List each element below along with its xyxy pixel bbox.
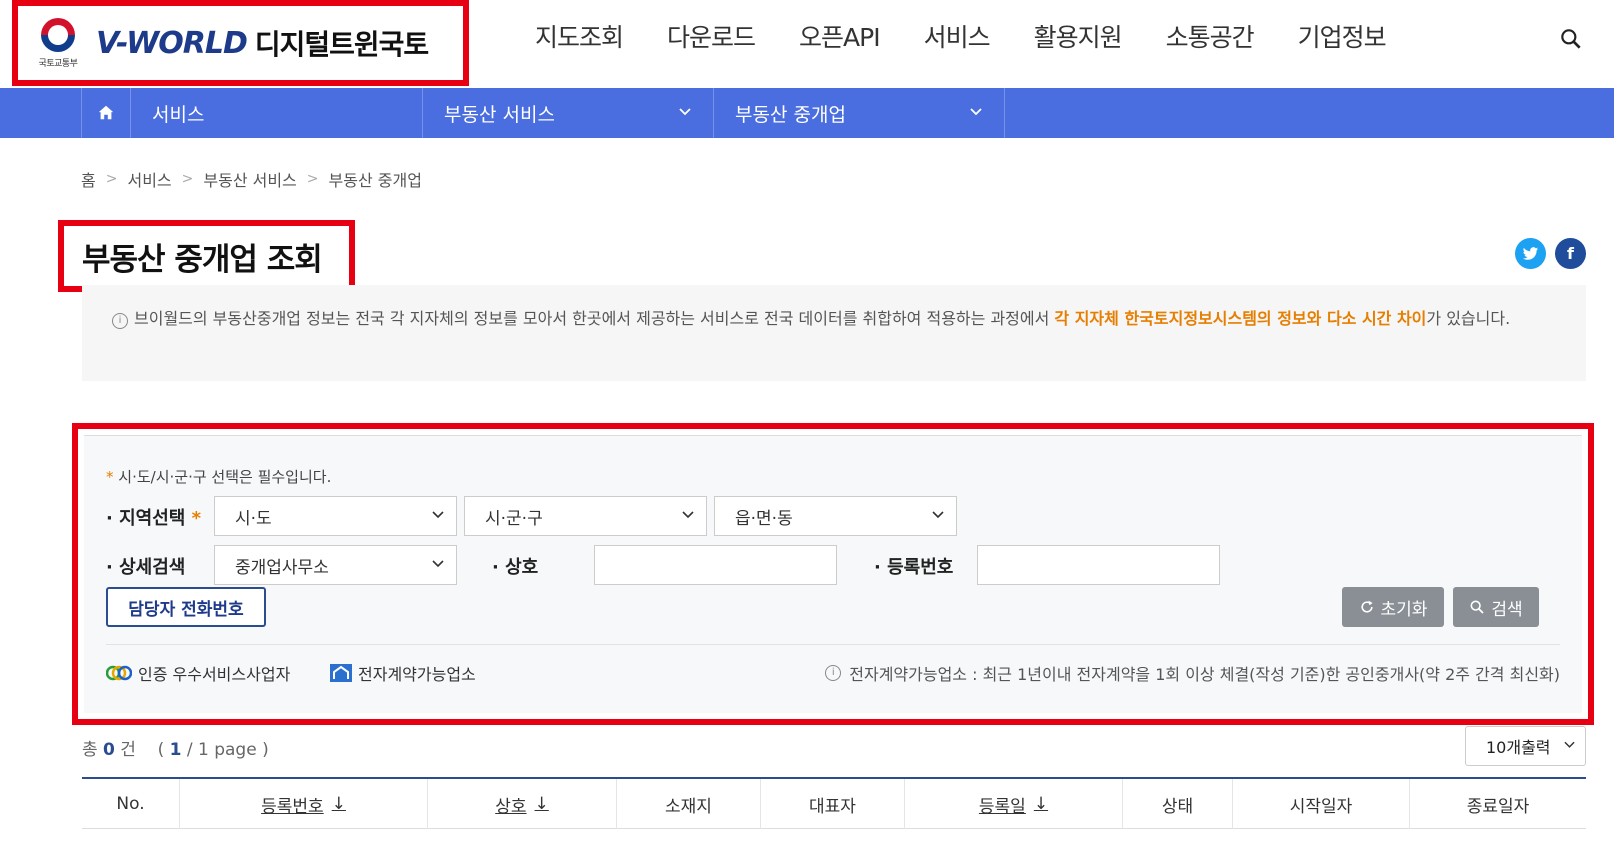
- column-registration-number[interactable]: 등록번호 ↓: [180, 779, 428, 829]
- column-registration-date[interactable]: 등록일 ↓: [905, 779, 1123, 829]
- column-no: No.: [82, 779, 180, 829]
- home-icon: [98, 105, 114, 120]
- subnav-service[interactable]: 서비스: [131, 88, 423, 138]
- divider: [106, 644, 1560, 645]
- certified-badge-icon: [106, 665, 132, 681]
- site-logo[interactable]: 국토교통부 V-WORLD 디지털트윈국토: [12, 0, 469, 86]
- government-emblem-icon: 국토교통부: [30, 13, 86, 73]
- chevron-down-icon: [679, 108, 691, 116]
- notice-text: 브이월드의 부동산중개업 정보는 전국 각 지자체의 정보를 모아서 한곳에서 …: [134, 309, 1055, 328]
- region-label: · 지역선택 *: [106, 508, 202, 529]
- page-title: 부동산 중개업 조회: [82, 241, 323, 278]
- legend-econtract: 전자계약가능업소: [330, 661, 476, 685]
- facebook-share-button[interactable]: f: [1555, 238, 1586, 269]
- gnb-company[interactable]: 기업정보: [1298, 18, 1387, 54]
- business-name-input[interactable]: [594, 545, 837, 585]
- chevron-down-icon: [970, 108, 982, 116]
- facebook-icon: f: [1567, 244, 1574, 263]
- emd-select[interactable]: 읍·면·동: [714, 496, 957, 536]
- required-note: * 시·도/시·군·구 선택은 필수입니다.: [106, 468, 332, 486]
- search-icon: [1470, 600, 1484, 614]
- gnb-support[interactable]: 활용지원: [1034, 18, 1123, 54]
- search-panel: * 시·도/시·군·구 선택은 필수입니다. · 지역선택 * 시·도 시·군·…: [72, 423, 1594, 725]
- gnb-community[interactable]: 소통공간: [1166, 18, 1255, 54]
- search-form: * 시·도/시·군·구 선택은 필수입니다. · 지역선택 * 시·도 시·군·…: [84, 435, 1582, 713]
- sort-arrow-icon: ↓: [534, 794, 549, 814]
- registration-number-input[interactable]: [977, 545, 1220, 585]
- results-table-header: No. 등록번호 ↓ 상호 ↓ 소재지 대표자 등록일 ↓ 상태 시작일자 종료일자: [82, 777, 1586, 829]
- column-address: 소재지: [617, 779, 761, 829]
- site-header: 국토교통부 V-WORLD 디지털트윈국토 지도조회 다운로드 오픈API 서비…: [0, 0, 1614, 88]
- subnav-brokerage-label: 부동산 중개업: [735, 103, 846, 126]
- location-nav: 서비스 부동산 서비스 부동산 중개업: [0, 88, 1614, 138]
- global-nav: 지도조회 다운로드 오픈API 서비스 활용지원 소통공간 기업정보: [535, 18, 1430, 54]
- breadcrumb-home[interactable]: 홈: [81, 167, 96, 191]
- reset-button[interactable]: 초기화: [1342, 587, 1444, 627]
- chevron-down-icon: [1564, 741, 1575, 748]
- notice-highlight: 각 지자체 한국토지정보시스템의 정보와 다소 시간 차이: [1054, 309, 1427, 328]
- legend-certified: 인증 우수서비스사업자: [106, 661, 290, 685]
- chevron-right-icon: >: [105, 171, 118, 187]
- subnav-realestate-dropdown[interactable]: 부동산 서비스: [423, 88, 714, 138]
- breadcrumb: 홈 > 서비스 > 부동산 서비스 > 부동산 중개업: [81, 167, 422, 191]
- chevron-down-icon: [432, 560, 444, 568]
- column-end-date: 종료일자: [1466, 796, 1530, 817]
- gnb-map[interactable]: 지도조회: [535, 18, 624, 54]
- column-business-name[interactable]: 상호 ↓: [428, 779, 617, 829]
- registration-number-label: · 등록번호: [874, 557, 954, 578]
- gnb-download[interactable]: 다운로드: [667, 18, 756, 54]
- econtract-note: i 전자계약가능업소 : 최근 1년이내 전자계약을 1회 이상 체결(작성 기…: [825, 661, 1560, 685]
- sort-arrow-icon: ↓: [331, 794, 346, 814]
- column-representative: 대표자: [761, 779, 905, 829]
- detail-search-label: · 상세검색: [106, 557, 186, 578]
- subnav-realestate-label: 부동산 서비스: [444, 103, 555, 126]
- notice-tail: 가 있습니다.: [1426, 309, 1511, 328]
- detail-search-select[interactable]: 중개업사무소: [214, 545, 457, 585]
- page-size-select[interactable]: 10개출력: [1465, 726, 1586, 766]
- refresh-icon: [1360, 600, 1373, 613]
- subnav-brokerage-dropdown[interactable]: 부동산 중개업: [714, 88, 1005, 138]
- gnb-service[interactable]: 서비스: [924, 18, 991, 54]
- notice-box: i 브이월드의 부동산중개업 정보는 전국 각 지자체의 정보를 모아서 한곳에서…: [82, 285, 1586, 381]
- twitter-share-button[interactable]: [1515, 238, 1546, 269]
- search-button[interactable]: 검색: [1453, 587, 1539, 627]
- sido-select[interactable]: 시·도: [214, 496, 457, 536]
- chevron-down-icon: [432, 511, 444, 519]
- econtract-house-icon: [330, 664, 352, 682]
- column-start-date: 시작일자: [1233, 779, 1410, 829]
- breadcrumb-brokerage: 부동산 중개업: [328, 171, 422, 190]
- twitter-icon: [1522, 246, 1539, 260]
- breadcrumb-realestate[interactable]: 부동산 서비스: [203, 167, 296, 191]
- business-name-label: · 상호: [492, 557, 539, 578]
- page-title-box: 부동산 중개업 조회: [58, 220, 355, 292]
- gnb-openapi[interactable]: 오픈API: [799, 18, 881, 54]
- column-status: 상태: [1123, 779, 1233, 829]
- brand-subtitle: 디지털트윈국토: [254, 28, 429, 61]
- brand-name: V-WORLD: [96, 25, 248, 61]
- home-button[interactable]: [81, 88, 131, 138]
- subnav-service-label: 서비스: [152, 103, 205, 126]
- contact-phone-button[interactable]: 담당자 전화번호: [106, 587, 266, 627]
- chevron-right-icon: >: [306, 171, 319, 187]
- ministry-label: 국토교통부: [38, 58, 78, 69]
- sigungu-select[interactable]: 시·군·구: [464, 496, 707, 536]
- chevron-down-icon: [682, 511, 694, 519]
- result-count: 총 0 건 ( 1 / 1 page ): [82, 740, 269, 760]
- chevron-down-icon: [932, 511, 944, 519]
- info-icon: i: [112, 313, 128, 329]
- chevron-right-icon: >: [181, 171, 194, 187]
- search-icon[interactable]: [1558, 26, 1584, 52]
- breadcrumb-service[interactable]: 서비스: [127, 167, 171, 191]
- sort-arrow-icon: ↓: [1033, 794, 1049, 814]
- info-icon: i: [825, 665, 842, 681]
